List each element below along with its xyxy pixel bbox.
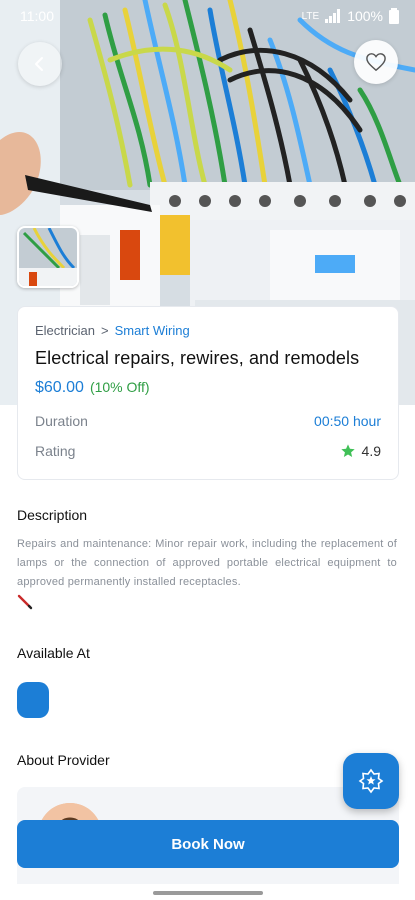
pencil-icon[interactable] [17, 594, 33, 610]
chevron-left-icon [35, 57, 43, 71]
status-icons: LTE 100% [302, 8, 399, 24]
available-at-title: Available At [17, 645, 90, 661]
status-time: 11:00 [20, 8, 54, 24]
duration-row: Duration 00:50 hour [35, 413, 381, 429]
battery-icon [389, 8, 399, 24]
home-gesture-handle[interactable] [153, 891, 263, 895]
star-icon [340, 444, 355, 457]
description-text: Repairs and maintenance: Minor repair wo… [17, 538, 397, 588]
discount-label: (10% Off) [89, 379, 150, 395]
service-price: $60.00 [35, 379, 84, 396]
favorite-button[interactable] [354, 40, 398, 84]
breadcrumb: Electrician > Smart Wiring [35, 323, 381, 338]
duration-value: 00:50 hour [314, 413, 381, 429]
status-bar: 11:00 LTE 100% [0, 0, 415, 32]
price-row: $60.00 (10% Off) [35, 379, 381, 397]
breadcrumb-subcategory[interactable]: Smart Wiring [115, 323, 190, 338]
heart-icon [366, 53, 386, 72]
description-title: Description [17, 507, 88, 523]
thumbnail-image [19, 228, 77, 286]
star-badge-icon [358, 768, 384, 794]
breadcrumb-separator: > [100, 323, 109, 338]
available-location-chip[interactable] [17, 682, 49, 718]
about-provider-title: About Provider [17, 752, 110, 768]
rating-row: Rating 4.9 [35, 443, 381, 459]
back-button[interactable] [18, 42, 62, 86]
signal-icon [325, 9, 341, 23]
service-title: Electrical repairs, rewires, and remodel… [35, 348, 360, 368]
breadcrumb-category[interactable]: Electrician [35, 323, 95, 338]
duration-label: Duration [35, 413, 88, 429]
book-now-button[interactable]: Book Now [17, 820, 399, 868]
network-label: LTE [301, 10, 320, 22]
rating-value: 4.9 [361, 443, 381, 459]
service-info-card: Electrician > Smart Wiring Electrical re… [17, 306, 399, 480]
battery-level: 100% [347, 8, 383, 24]
rating-label: Rating [35, 443, 76, 459]
floating-action-button[interactable] [343, 753, 399, 809]
gallery-thumbnail[interactable] [17, 226, 79, 288]
rating-display: 4.9 [340, 443, 381, 459]
